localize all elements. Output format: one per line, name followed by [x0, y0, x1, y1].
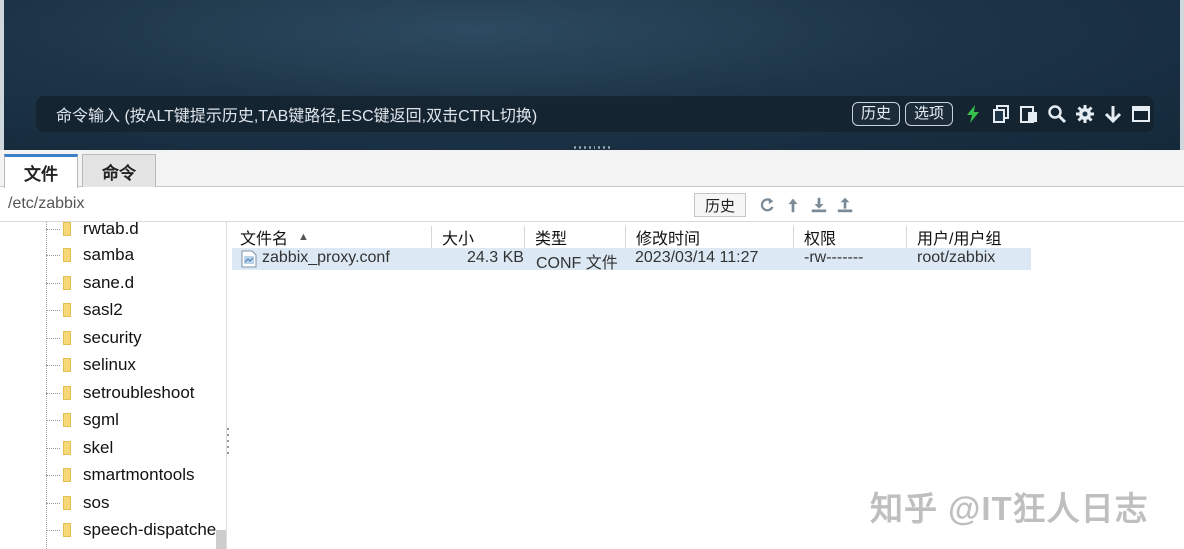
folder-icon [63, 441, 71, 455]
column-header-permissions[interactable]: 权限 [793, 226, 906, 248]
file-modified: 2023/03/14 11:27 [635, 249, 759, 266]
folder-icon [63, 386, 71, 400]
file-permissions: -rw------- [804, 249, 864, 266]
maximize-icon[interactable] [1128, 101, 1154, 127]
up-dir-icon[interactable] [782, 194, 804, 216]
tree-scrollbar[interactable] [216, 530, 226, 549]
tree-item[interactable]: samba [46, 243, 134, 267]
folder-icon [63, 331, 71, 345]
file-row[interactable]: zabbix_proxy.conf 24.3 KB CONF 文件 2023/0… [232, 248, 1031, 272]
tab-files[interactable]: 文件 [4, 154, 78, 188]
search-icon[interactable] [1044, 101, 1070, 127]
tree-item[interactable]: sasl2 [46, 298, 123, 322]
file-name: zabbix_proxy.conf [262, 249, 390, 266]
paste-icon[interactable] [1016, 101, 1042, 127]
app-window: { "terminal": { "command_placeholder": "… [0, 0, 1184, 549]
tree-item[interactable]: security [46, 326, 142, 350]
command-bar[interactable]: 命令输入 (按ALT键提示历史,TAB键路径,ESC键返回,双击CTRL切换) … [36, 96, 1154, 132]
gear-icon[interactable] [1072, 101, 1098, 127]
tree-item[interactable]: sgml [46, 408, 119, 432]
tree-item[interactable]: sane.d [46, 271, 134, 295]
tree-item[interactable]: sos [46, 491, 109, 515]
folder-icon [63, 496, 71, 510]
upload-icon[interactable] [834, 194, 856, 216]
column-header-name[interactable]: 文件名 ▲ [230, 226, 431, 248]
folder-icon [63, 303, 71, 317]
lightning-icon[interactable] [960, 101, 986, 127]
column-header-owner[interactable]: 用户/用户组 [906, 226, 1046, 248]
path-bar: /etc/zabbix 历史 [0, 188, 1184, 222]
file-owner: root/zabbix [917, 249, 996, 266]
tab-bar: 文件 命令 [0, 150, 1184, 188]
column-header-size[interactable]: 大小 [431, 226, 524, 248]
tree-item[interactable]: setroubleshoot [46, 381, 195, 405]
tree-item[interactable]: smartmontools [46, 463, 194, 487]
tree-item[interactable]: skel [46, 436, 113, 460]
tab-commands[interactable]: 命令 [82, 154, 156, 187]
command-history-button[interactable]: 历史 [851, 102, 900, 126]
folder-icon [63, 468, 71, 482]
tree-item[interactable]: rwtab.d [46, 222, 139, 241]
command-options-button[interactable]: 选项 [904, 102, 953, 126]
path-history-button[interactable]: 历史 [694, 193, 746, 217]
watermark: 知乎 @IT狂人日志 [870, 490, 1149, 527]
path-input[interactable]: /etc/zabbix [8, 195, 84, 213]
folder-icon [63, 523, 71, 537]
file-type: CONF 文件 [536, 255, 618, 272]
folder-icon [63, 413, 71, 427]
file-list-header: 文件名 ▲ 大小 类型 修改时间 权限 用户/用户组 [230, 222, 1184, 248]
folder-icon [63, 276, 71, 290]
column-header-modified[interactable]: 修改时间 [625, 226, 793, 248]
file-size: 24.3 KB [467, 249, 524, 266]
refresh-icon[interactable] [756, 194, 778, 216]
folder-icon [63, 248, 71, 262]
folder-icon [63, 222, 71, 236]
sort-ascending-icon: ▲ [298, 231, 309, 243]
directory-tree[interactable]: rwtab.d samba sane.d sasl2 security seli… [0, 222, 227, 549]
tree-item[interactable]: speech-dispatche [46, 518, 216, 542]
copy-icon[interactable] [988, 101, 1014, 127]
command-input[interactable]: 命令输入 (按ALT键提示历史,TAB键路径,ESC键返回,双击CTRL切换) [56, 102, 852, 126]
download-arrow-icon[interactable] [1100, 101, 1126, 127]
config-file-icon [241, 250, 257, 268]
tree-item[interactable]: selinux [46, 353, 136, 377]
column-header-type[interactable]: 类型 [524, 226, 625, 248]
download-icon[interactable] [808, 194, 830, 216]
folder-icon [63, 358, 71, 372]
terminal-pane[interactable]: 命令输入 (按ALT键提示历史,TAB键路径,ESC键返回,双击CTRL切换) … [0, 0, 1184, 150]
